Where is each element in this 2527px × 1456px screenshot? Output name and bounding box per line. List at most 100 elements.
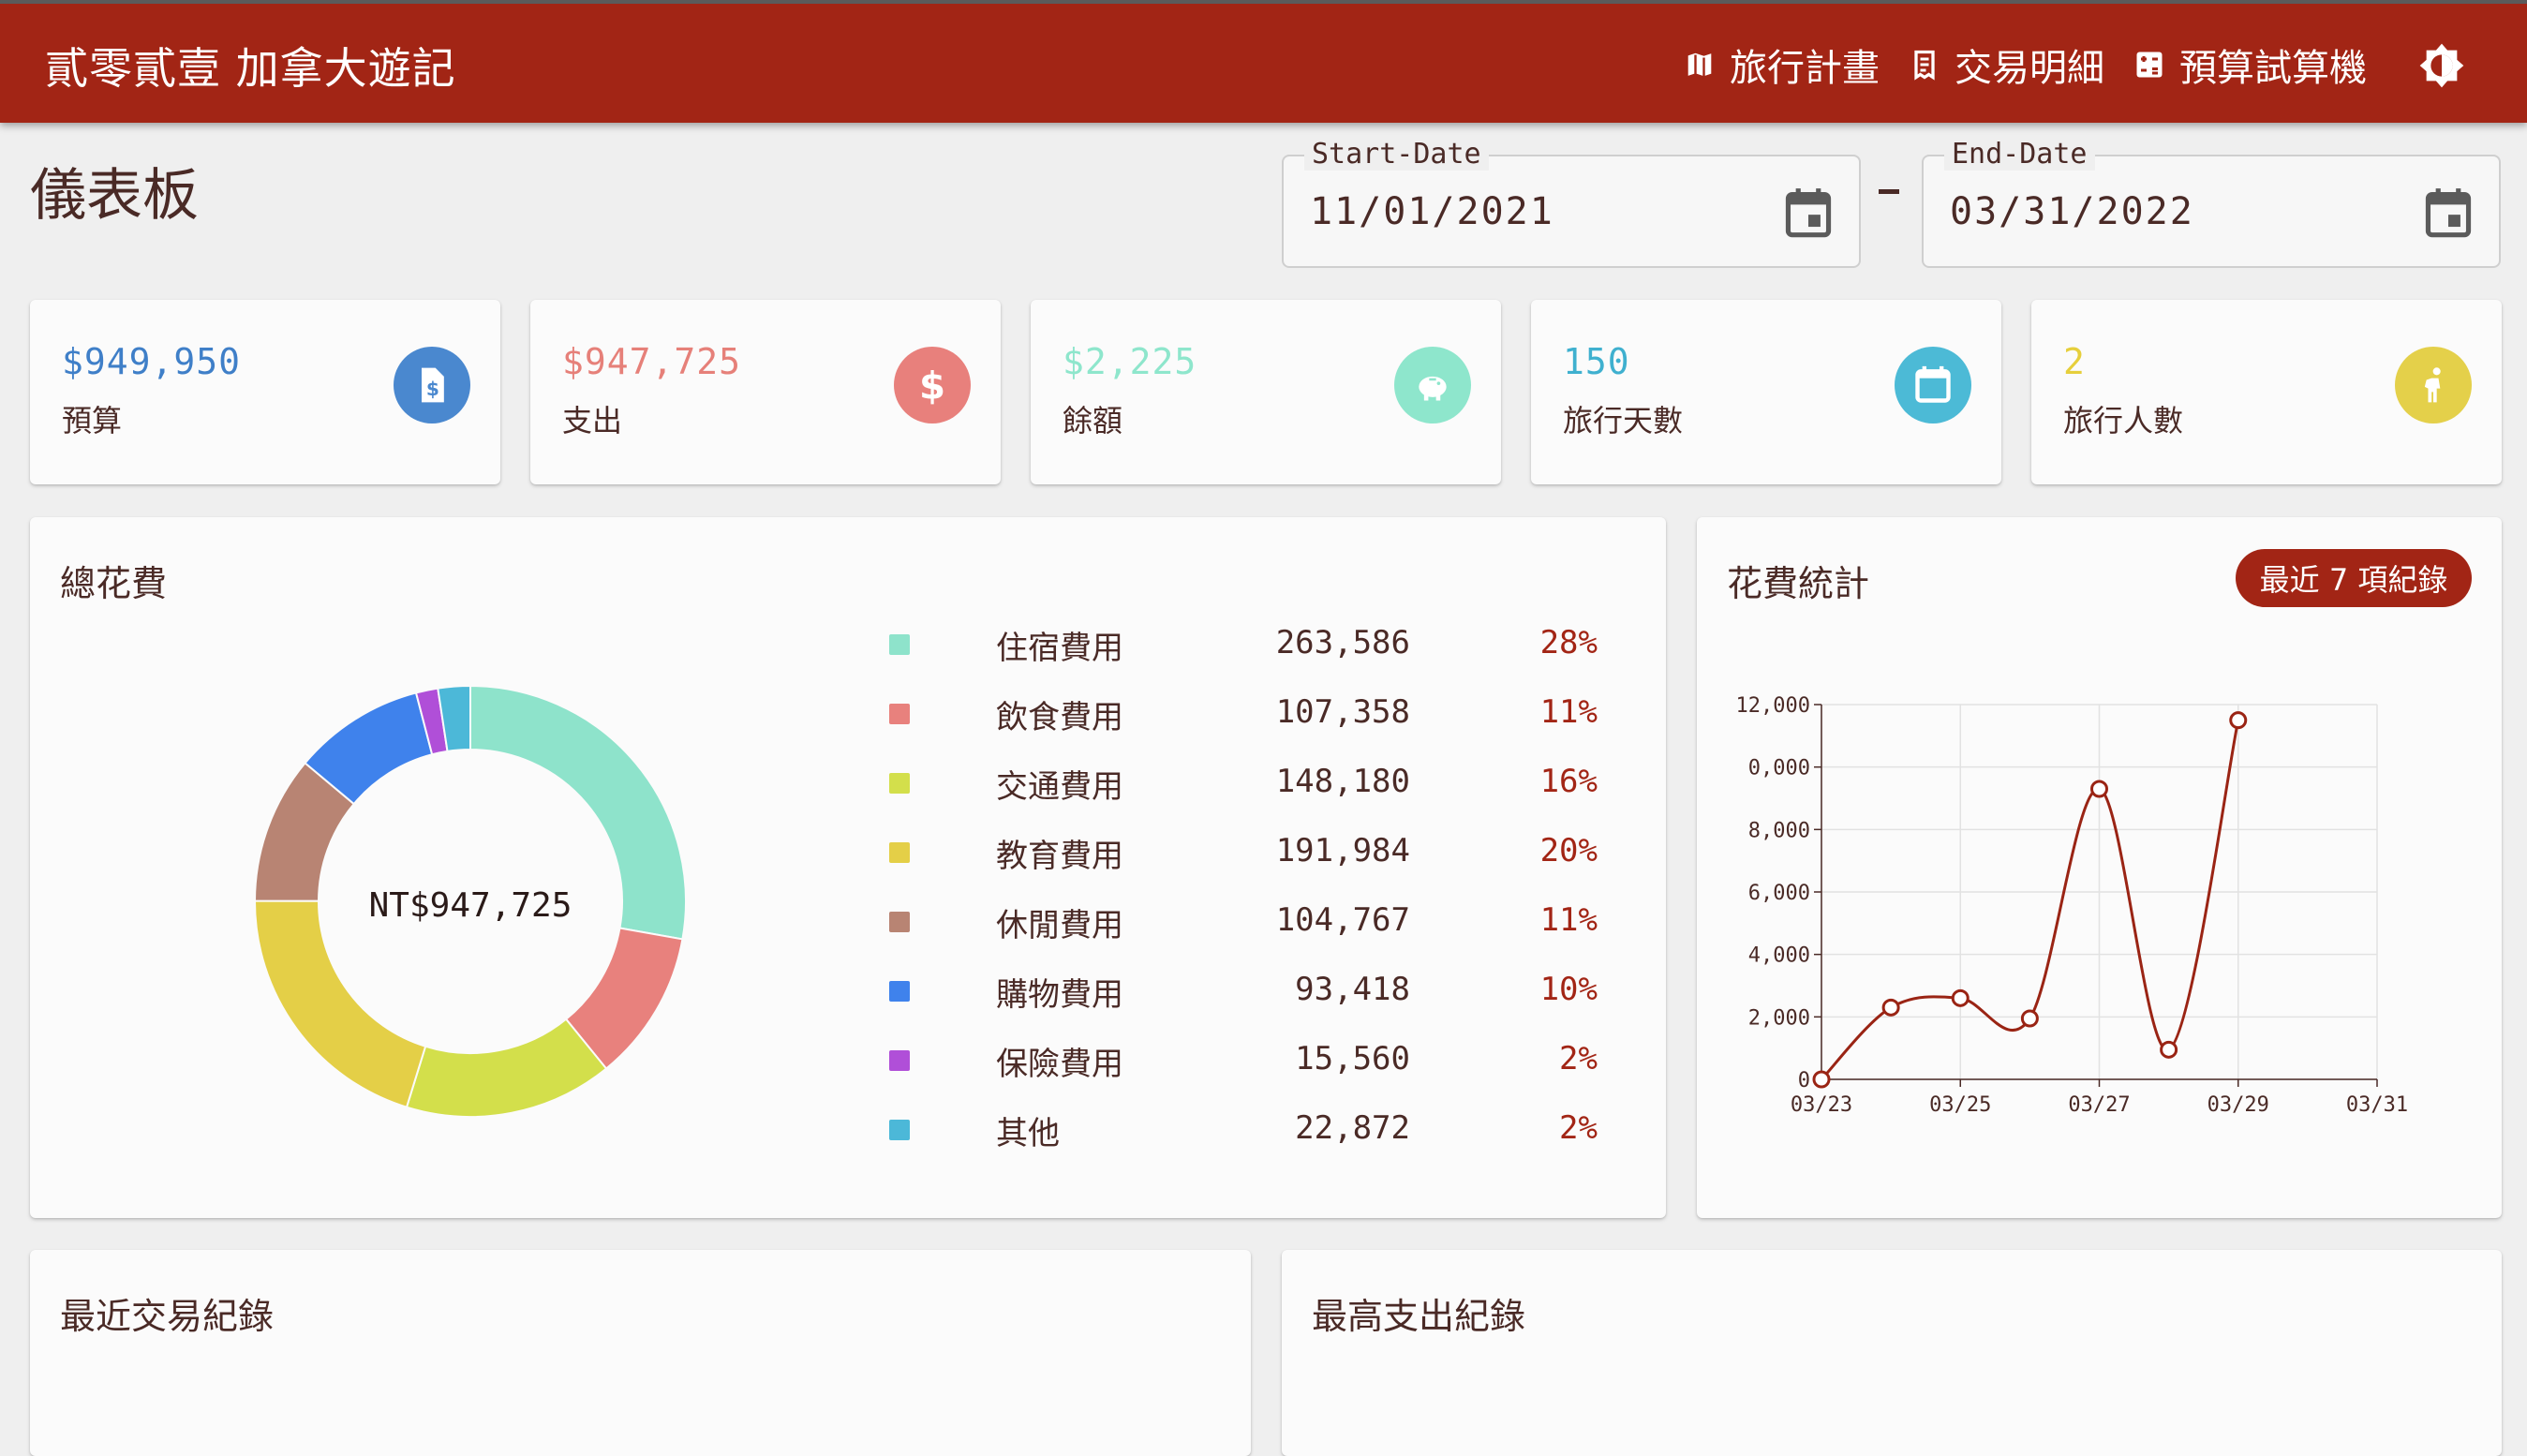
stat-label: 旅行天數 [1563,403,1684,438]
nav-budget-calculator[interactable]: 預算試算機 [2133,37,2367,92]
walking-person-icon [2424,367,2441,403]
nav-label: 交易明細 [1955,47,2104,90]
start-date-label: Start-Date [1304,138,1489,171]
legend-category-percent: 20% [1539,832,1598,869]
page-title: 儀表板 [30,163,199,229]
legend-row[interactable]: 住宿費用 263,586 28% [889,620,1639,667]
x-tick-label: 03/27 [2068,1093,2130,1117]
data-point[interactable] [2160,1040,2178,1059]
y-tick-label: 0 [1798,1069,1810,1092]
legend-category-value: 104,767 [1275,901,1410,939]
stat-label: 支出 [562,403,623,438]
legend-category-value: 263,586 [1275,624,1410,661]
nav-transactions[interactable]: 交易明細 [1908,37,2104,92]
calendar-icon[interactable] [1784,186,1833,239]
legend-row[interactable]: 其他 22,872 2% [889,1106,1639,1152]
stat-card-days: 150 旅行天數 [1531,300,2001,484]
expense-legend: 住宿費用 263,586 28% 飲食費用 107,358 11% 交通費用 148,180 1… [889,620,1639,1182]
stat-value: $949,950 [62,341,242,382]
stat-label: 預算 [62,403,123,438]
stat-card-balance: $2,225 餘額 [1031,300,1501,484]
legend-category-name: 交通費用 [996,768,1123,806]
stat-label: 餘額 [1063,403,1123,438]
legend-category-percent: 11% [1539,901,1598,939]
theme-toggle-button[interactable] [2416,39,2468,92]
legend-swatch [889,981,910,1002]
map-icon [1686,50,1714,80]
calculator-icon [2136,52,2163,78]
stat-icon-circle: $ [394,347,470,423]
legend-category-value: 22,872 [1295,1109,1410,1147]
legend-row[interactable]: 休閒費用 104,767 11% [889,898,1639,944]
legend-swatch [889,1050,910,1071]
nav-label: 旅行計畫 [1730,47,1880,90]
svg-text:$: $ [426,378,439,400]
recent-transactions-card: 最近交易紀錄 [30,1250,1251,1456]
data-point[interactable] [2090,780,2108,798]
stat-value: $947,725 [562,341,742,382]
spending-stats-card: 花費統計 0 2,000 4,000 6,000 8,000 0,000 12,000 03/… [1697,517,2502,1218]
stat-value: 2 [2063,341,2086,382]
card-title: 最高支出紀錄 [1312,1296,1526,1337]
data-point[interactable] [1812,1070,1831,1089]
legend-category-percent: 2% [1559,1109,1598,1147]
start-date-field[interactable]: Start-Date 11/01/2021 [1282,138,1861,268]
legend-category-value: 93,418 [1295,971,1410,1008]
legend-category-percent: 16% [1539,763,1598,800]
legend-category-percent: 10% [1539,971,1598,1008]
legend-category-percent: 2% [1559,1040,1598,1077]
y-tick-label: 0,000 [1748,757,1810,780]
data-point[interactable] [2020,1009,2039,1028]
end-date-value[interactable]: 03/31/2022 [1950,190,2194,233]
y-tick-label: 4,000 [1748,944,1810,968]
legend-swatch [889,634,910,655]
legend-row[interactable]: 購物費用 93,418 10% [889,967,1639,1014]
x-tick-label: 03/23 [1791,1093,1852,1117]
legend-category-name: 教育費用 [996,838,1123,875]
svg-text:$: $ [919,364,945,406]
stat-icon-circle [1394,347,1471,423]
legend-category-name: 購物費用 [996,976,1123,1014]
stat-card-budget: $949,950 預算 $ [30,300,500,484]
start-date-value[interactable]: 11/01/2021 [1310,190,1554,233]
stat-label: 旅行人數 [2063,403,2184,438]
legend-row[interactable]: 教育費用 191,984 20% [889,828,1639,875]
end-date-field[interactable]: End-Date 03/31/2022 [1922,138,2501,268]
legend-row[interactable]: 飲食費用 107,358 11% [889,690,1639,736]
recent-records-badge[interactable]: 最近 7 項紀錄 [2236,549,2472,607]
legend-row[interactable]: 交通費用 148,180 16% [889,759,1639,806]
data-point[interactable] [1881,998,1900,1017]
calendar-icon [1915,365,1951,403]
legend-category-percent: 11% [1539,693,1598,731]
legend-swatch [889,1120,910,1140]
legend-category-name: 住宿費用 [996,630,1123,667]
nav-travel-plan[interactable]: 旅行計畫 [1683,37,1880,92]
donut-chart: NT$947,725 [253,684,687,1118]
card-title: 最近交易紀錄 [60,1296,275,1337]
stat-value: $2,225 [1063,341,1197,382]
y-tick-label: 8,000 [1748,819,1810,842]
data-point[interactable] [2229,711,2248,730]
calendar-icon[interactable] [2424,186,2473,239]
app-title[interactable]: 貳零貳壹 加拿大遊記 [45,35,456,97]
donut-slice[interactable] [254,899,427,1108]
donut-center-label: NT$947,725 [369,886,572,925]
receipt-icon [1914,50,1935,81]
card-title: 總花費 [60,563,168,604]
legend-row[interactable]: 保險費用 15,560 2% [889,1036,1639,1083]
document-dollar-icon: $ [422,367,444,403]
legend-swatch [889,773,910,794]
legend-category-name: 其他 [996,1115,1060,1152]
app-bar: 貳零貳壹 加拿大遊記 旅行計畫 交易明細 預算試算機 [0,0,2527,123]
legend-swatch [889,704,910,724]
stat-icon-circle [2395,347,2472,423]
stat-card-expense: $947,725 支出 $ [530,300,1001,484]
legend-swatch [889,842,910,863]
legend-category-value: 107,358 [1275,693,1410,731]
piggy-bank-icon [1419,376,1447,401]
legend-category-value: 191,984 [1275,832,1410,869]
data-point[interactable] [1951,988,1970,1007]
y-tick-label: 6,000 [1748,882,1810,905]
stat-value: 150 [1563,341,1630,382]
donut-slice[interactable] [405,1018,608,1118]
